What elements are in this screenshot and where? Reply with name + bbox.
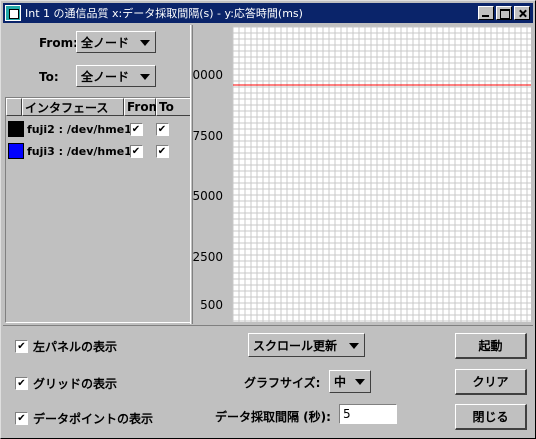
left-panel-toggle-label: 左パネルの表示	[33, 340, 118, 354]
table-header: インタフェース From To	[6, 98, 192, 116]
from-label: From:	[39, 36, 78, 50]
from-checkbox[interactable]: ✔	[129, 122, 143, 136]
chevron-down-icon	[349, 343, 359, 349]
color-swatch	[8, 143, 24, 159]
from-select[interactable]: 全ノード	[76, 31, 156, 53]
chevron-down-icon	[140, 74, 150, 80]
y-tick-label: 5000	[193, 189, 223, 203]
from-select-value: 全ノード	[81, 35, 130, 50]
response-time-chart: 10000 7500 5000 2500 500	[185, 26, 531, 322]
interval-input[interactable]	[339, 404, 397, 424]
interval-label: データ採取間隔 (秒):	[215, 410, 331, 424]
graph-size-label: グラフサイズ:	[244, 376, 321, 390]
interface-name: fuji3 : /dev/hme1	[27, 144, 132, 158]
to-checkbox[interactable]: ✔	[155, 122, 169, 136]
app-window: Int 1 の通信品質 x:データ採取間隔(s) - y:応答時間(ms) Fr…	[0, 0, 536, 439]
header-color[interactable]	[6, 98, 22, 116]
close-window-button[interactable]	[514, 6, 530, 20]
plot-background	[233, 27, 531, 322]
table-row[interactable]: fuji3 : /dev/hme1 ✔ ✔	[6, 140, 192, 162]
data-points-toggle[interactable]: ✔ データポイントの表示	[15, 410, 153, 427]
header-interface[interactable]: インタフェース	[22, 98, 124, 116]
title-bar[interactable]: Int 1 の通信品質 x:データ採取間隔(s) - y:応答時間(ms)	[3, 3, 533, 23]
color-swatch	[8, 121, 24, 137]
chevron-down-icon	[355, 379, 365, 385]
to-select[interactable]: 全ノード	[76, 65, 156, 87]
graph-size-select[interactable]: 中	[329, 370, 371, 393]
chevron-down-icon	[140, 40, 150, 46]
window-title: Int 1 の通信品質 x:データ採取間隔(s) - y:応答時間(ms)	[25, 7, 303, 20]
maximize-button[interactable]	[496, 6, 512, 20]
y-tick-label: 10000	[193, 68, 223, 82]
close-button[interactable]: 閉じる	[455, 404, 527, 430]
interface-name: fuji2 : /dev/hme1	[27, 122, 132, 136]
from-checkbox[interactable]: ✔	[129, 144, 143, 158]
graph-size-value: 中	[334, 375, 347, 389]
data-points-checkbox[interactable]: ✔	[15, 412, 28, 425]
control-panel: ✔ 左パネルの表示 ✔ グリッドの表示 ✔ データポイントの表示 スクロール更新…	[3, 325, 533, 437]
grid-checkbox[interactable]: ✔	[15, 377, 28, 390]
left-panel-checkbox[interactable]: ✔	[15, 340, 28, 353]
y-tick-label: 7500	[193, 129, 223, 143]
to-checkbox[interactable]: ✔	[155, 144, 169, 158]
to-label: To:	[39, 70, 59, 84]
header-to[interactable]: To	[156, 98, 192, 116]
minimize-button[interactable]	[478, 6, 494, 20]
grid-toggle[interactable]: ✔ グリッドの表示	[15, 375, 117, 392]
chart-area: 10000 7500 5000 2500 500	[185, 25, 533, 324]
clear-button[interactable]: クリア	[455, 369, 527, 395]
app-icon	[5, 5, 21, 21]
y-tick-label: 2500	[193, 250, 223, 264]
start-button[interactable]: 起動	[455, 333, 527, 359]
left-panel-toggle[interactable]: ✔ 左パネルの表示	[15, 338, 117, 355]
interface-table: インタフェース From To fuji2 : /dev/hme1 ✔ ✔ fu…	[5, 97, 192, 323]
scroll-mode-value: スクロール更新	[253, 338, 338, 353]
to-select-value: 全ノード	[81, 69, 130, 84]
table-row[interactable]: fuji2 : /dev/hme1 ✔ ✔	[6, 118, 192, 140]
y-tick-label: 500	[200, 298, 223, 312]
scroll-mode-select[interactable]: スクロール更新	[248, 333, 365, 357]
left-panel: From: 全ノード To: 全ノード インタフェース From To fuji…	[3, 25, 192, 323]
data-points-toggle-label: データポイントの表示	[33, 412, 154, 426]
header-from[interactable]: From	[124, 98, 161, 116]
grid-toggle-label: グリッドの表示	[33, 377, 118, 391]
